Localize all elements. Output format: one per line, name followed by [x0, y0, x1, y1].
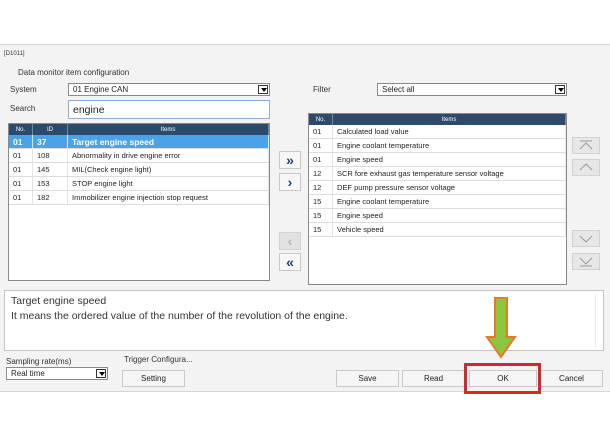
move-bottom-button[interactable]	[572, 253, 600, 270]
cell-item: Engine coolant temperature	[333, 195, 566, 208]
filter-label: Filter	[313, 85, 331, 94]
sampling-value: Real time	[11, 369, 45, 378]
table-header: No. Items	[309, 114, 566, 125]
cell-no: 15	[309, 195, 333, 208]
remove-button[interactable]: ‹	[279, 232, 301, 250]
cell-no: 15	[309, 223, 333, 236]
move-down-icon	[579, 235, 593, 243]
read-button[interactable]: Read	[402, 370, 465, 387]
cell-item: Calculated load value	[333, 125, 566, 138]
ok-highlight-box	[464, 363, 541, 394]
cell-item: Target engine speed	[68, 135, 269, 148]
chevron-right-icon: ›	[287, 174, 293, 190]
table-row[interactable]: 01 153 STOP engine light	[9, 177, 269, 191]
column-header: No.	[309, 114, 333, 125]
cell-no: 01	[309, 153, 333, 166]
system-value: 01 Engine CAN	[73, 85, 129, 94]
search-label: Search	[10, 104, 36, 113]
cell-no: 01	[9, 191, 33, 204]
window-title: Data monitor item configuration	[18, 68, 130, 77]
move-bottom-icon	[579, 257, 593, 267]
chevron-left-icon: ‹	[287, 233, 293, 249]
double-chevron-left-icon: «	[286, 254, 294, 270]
add-all-button[interactable]: »	[279, 151, 301, 169]
table-row[interactable]: 01 37 Target engine speed	[9, 135, 269, 149]
table-row[interactable]: 01 Engine speed	[309, 153, 566, 167]
double-chevron-right-icon: »	[286, 152, 294, 168]
cell-item: DEF pump pressure sensor voltage	[333, 181, 566, 194]
cell-item: Vehicle speed	[333, 223, 566, 236]
table-row[interactable]: 01 Engine coolant temperature	[309, 139, 566, 153]
table-row[interactable]: 01 Calculated load value	[309, 125, 566, 139]
description-scrollbar[interactable]	[595, 294, 600, 347]
cell-no: 01	[9, 163, 33, 176]
column-header: Items	[68, 124, 269, 135]
cell-id: 153	[33, 177, 68, 190]
cancel-button[interactable]: Cancel	[540, 370, 603, 387]
cell-id: 37	[33, 135, 68, 148]
chevron-down-icon[interactable]	[555, 85, 565, 94]
cell-item: Engine speed	[333, 209, 566, 222]
table-row[interactable]: 15 Engine coolant temperature	[309, 195, 566, 209]
save-button[interactable]: Save	[336, 370, 399, 387]
setting-button[interactable]: Setting	[122, 370, 185, 387]
column-header: No.	[9, 124, 33, 135]
sampling-dropdown[interactable]: Real time	[6, 367, 108, 380]
chevron-down-icon[interactable]	[258, 85, 268, 94]
table-row[interactable]: 12 DEF pump pressure sensor voltage	[309, 181, 566, 195]
table-row[interactable]: 01 145 MIL(Check engine light)	[9, 163, 269, 177]
table-row[interactable]: 15 Engine speed	[309, 209, 566, 223]
window-code: [D1011]	[4, 51, 25, 57]
cell-id: 182	[33, 191, 68, 204]
column-header: ID	[33, 124, 68, 135]
remove-all-button[interactable]: «	[279, 253, 301, 271]
cell-item: Abnormality in drive engine error	[68, 149, 269, 162]
cell-id: 108	[33, 149, 68, 162]
filter-value: Select all	[382, 85, 415, 94]
move-down-button[interactable]	[572, 230, 600, 247]
cell-no: 01	[309, 139, 333, 152]
cell-item: Engine coolant temperature	[333, 139, 566, 152]
move-top-icon	[579, 140, 593, 150]
cell-item: SCR fore exhaust gas temperature sensor …	[333, 167, 566, 180]
cell-no: 15	[309, 209, 333, 222]
trigger-label: Trigger Configura...	[124, 355, 193, 364]
cell-no: 01	[9, 149, 33, 162]
search-results-table: No. ID Items 01 37 Target engine speed 0…	[8, 123, 270, 281]
cell-item: Engine speed	[333, 153, 566, 166]
table-row[interactable]: 12 SCR fore exhaust gas temperature sens…	[309, 167, 566, 181]
cell-item: Immobilizer engine injection stop reques…	[68, 191, 269, 204]
table-row[interactable]: 01 182 Immobilizer engine injection stop…	[9, 191, 269, 205]
cell-no: 12	[309, 167, 333, 180]
config-window: [D1011] Data monitor item configuration …	[0, 44, 610, 394]
search-value: engine	[73, 104, 105, 116]
add-button[interactable]: ›	[279, 173, 301, 191]
cell-id: 145	[33, 163, 68, 176]
table-row[interactable]: 01 108 Abnormality in drive engine error	[9, 149, 269, 163]
system-label: System	[10, 85, 37, 94]
system-dropdown[interactable]: 01 Engine CAN	[68, 83, 270, 96]
down-arrow-annotation-icon	[485, 297, 517, 359]
search-input[interactable]: engine	[68, 100, 270, 119]
cell-no: 01	[9, 177, 33, 190]
cell-item: MIL(Check engine light)	[68, 163, 269, 176]
cell-item: STOP engine light	[68, 177, 269, 190]
description-text: It means the ordered value of the number…	[11, 310, 348, 322]
sampling-label: Sampling rate(ms)	[6, 357, 72, 366]
cell-no: 12	[309, 181, 333, 194]
filter-dropdown[interactable]: Select all	[377, 83, 567, 96]
move-top-button[interactable]	[572, 137, 600, 154]
cell-no: 01	[309, 125, 333, 138]
table-header: No. ID Items	[9, 124, 269, 135]
column-header: Items	[333, 114, 566, 125]
description-title: Target engine speed	[11, 295, 107, 307]
move-up-icon	[579, 163, 593, 171]
cell-no: 01	[9, 135, 33, 148]
selected-items-table: No. Items 01 Calculated load value 01 En…	[308, 113, 567, 285]
chevron-down-icon[interactable]	[96, 369, 106, 378]
move-up-button[interactable]	[572, 159, 600, 176]
table-row[interactable]: 15 Vehicle speed	[309, 223, 566, 237]
